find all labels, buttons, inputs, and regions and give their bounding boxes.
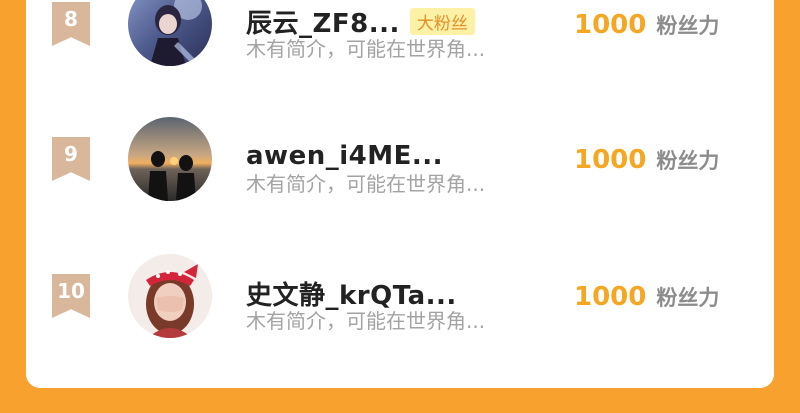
rank-ribbon: 10 xyxy=(52,274,90,318)
ranking-card: 8 辰云_ZF8... 大粉丝 木有简介，可能在世界角... 1000 粉丝力 … xyxy=(26,0,774,388)
fan-power: 1000 粉丝力 xyxy=(574,10,719,40)
fan-power: 1000 粉丝力 xyxy=(574,145,719,175)
girl-red-bow-avatar xyxy=(128,254,212,338)
avatar[interactable] xyxy=(128,117,212,201)
fan-power-unit: 粉丝力 xyxy=(656,14,720,38)
list-item[interactable]: 10 史文静_krQTa... 木有简介，可能在世界角... 1000 粉丝力 xyxy=(26,252,774,352)
fan-power-value: 1000 xyxy=(574,10,647,40)
user-description: 木有简介，可能在世界角... xyxy=(246,309,486,333)
fan-power-value: 1000 xyxy=(574,282,647,312)
anime-character-avatar xyxy=(128,0,212,66)
fan-power-unit: 粉丝力 xyxy=(656,149,720,173)
fan-power-value: 1000 xyxy=(574,145,647,175)
list-item[interactable]: 8 辰云_ZF8... 大粉丝 木有简介，可能在世界角... 1000 粉丝力 xyxy=(26,0,774,80)
user-description: 木有简介，可能在世界角... xyxy=(246,172,486,196)
avatar[interactable] xyxy=(128,0,212,66)
user-description: 木有简介，可能在世界角... xyxy=(246,37,486,61)
sunset-couple-avatar xyxy=(128,117,212,201)
avatar[interactable] xyxy=(128,254,212,338)
fan-power-unit: 粉丝力 xyxy=(656,286,720,310)
fan-badge: 大粉丝 xyxy=(409,7,475,35)
rank-ribbon: 9 xyxy=(52,137,90,181)
user-name[interactable]: awen_i4ME... xyxy=(246,141,443,171)
list-item[interactable]: 9 awen_i4ME... 木有简介，可能在世界角... 1000 粉丝力 xyxy=(26,115,774,215)
rank-ribbon: 8 xyxy=(52,2,90,46)
fan-power: 1000 粉丝力 xyxy=(574,282,719,312)
